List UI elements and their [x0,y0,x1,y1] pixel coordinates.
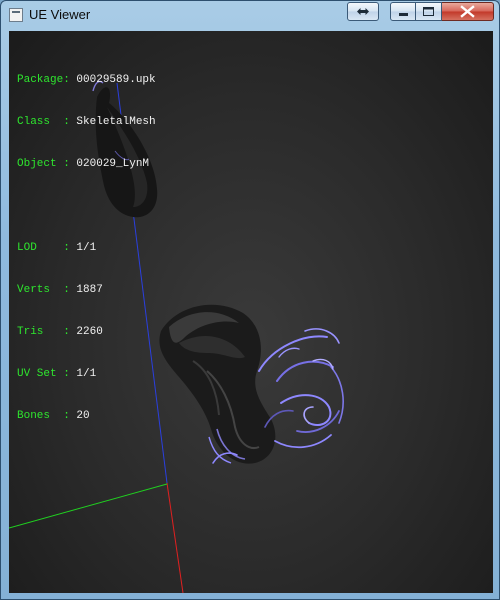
y-axis-line [9,483,168,529]
info-row-bones: Bones : 20 [17,410,90,422]
info-row-verts: Verts : 1887 [17,284,103,296]
window-controls [390,2,494,21]
info-row-package: Package: 00029589.upk [17,74,156,86]
info-row-object: Object : 020029_LynM [17,158,150,170]
window-title: UE Viewer [29,7,91,22]
close-button[interactable] [442,2,494,21]
maximize-button[interactable] [416,2,442,21]
swap-button[interactable] [347,2,379,21]
swap-arrows-icon [357,8,369,15]
info-row-lod: LOD : 1/1 [17,242,97,254]
minimize-icon [399,13,408,16]
app-window: UE Viewer Package: 00029589.upk Class: … [0,0,500,600]
app-icon [9,8,23,22]
x-axis-line [166,482,184,593]
maximize-icon [423,7,434,16]
close-icon [460,5,475,18]
titlebar[interactable]: UE Viewer [1,1,499,31]
minimize-button[interactable] [390,2,416,21]
info-row-class: Class : SkeletalMesh [17,116,156,128]
info-row-tris: Tris : 2260 [17,326,103,338]
info-row-uvset: UV Set : 1/1 [17,368,97,380]
hair-tail-main [159,304,276,464]
3d-viewport[interactable]: Package: 00029589.upk Class : SkeletalMe… [9,31,493,593]
mesh-info-overlay: Package: 00029589.upk Class : SkeletalMe… [17,45,156,451]
